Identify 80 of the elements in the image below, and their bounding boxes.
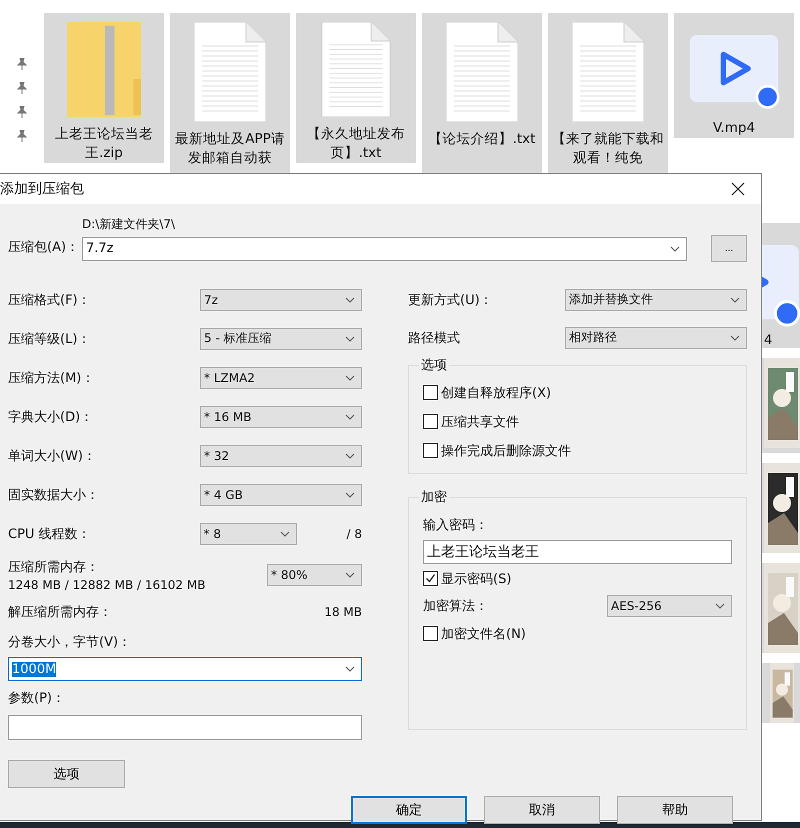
text-file-icon	[572, 22, 644, 122]
field-label: 参数(P)：	[8, 690, 65, 707]
password-field[interactable]: 上老王论坛当老王	[423, 540, 732, 564]
chevron-icon	[280, 530, 290, 536]
dropdown[interactable]: 7z	[200, 288, 362, 310]
pin-icon	[17, 106, 27, 118]
thread-max: / 8	[346, 526, 362, 540]
window-title: 添加到压缩包	[0, 180, 84, 198]
dropdown[interactable]: 5 - 标准压缩	[200, 328, 362, 350]
parameters-field[interactable]	[8, 715, 362, 740]
group-title: 加密	[420, 489, 448, 506]
checkbox[interactable]: 操作完成后删除源文件	[423, 436, 732, 465]
dropdown[interactable]: 相对路径	[565, 326, 747, 348]
chevron-icon	[345, 336, 355, 342]
chevron-icon	[730, 334, 740, 340]
text-file-icon	[446, 22, 518, 122]
field-label: 压缩等级(L)：	[8, 330, 90, 348]
field-label: CPU 线程数：	[8, 526, 91, 542]
folder-path: D:\新建文件夹\7\	[82, 216, 176, 233]
volume-size-field[interactable]: 1000M	[8, 657, 362, 681]
group-title: 选项	[420, 357, 448, 374]
file-name: 4	[764, 333, 774, 348]
dropdown[interactable]: AES-256	[607, 595, 732, 617]
close-icon	[731, 182, 745, 196]
chevron-icon	[730, 296, 740, 302]
chevron-icon	[345, 414, 355, 420]
checkbox-box[interactable]	[423, 385, 438, 400]
checkbox-box[interactable]	[423, 443, 438, 458]
pin-icon	[17, 130, 27, 142]
field-label: 压缩格式(F)：	[8, 292, 91, 308]
chevron-icon	[670, 246, 680, 252]
field-label: 压缩所需内存：	[8, 559, 100, 576]
dropdown[interactable]: * 16 MB	[200, 406, 362, 428]
field-label: 单词大小(W)：	[8, 448, 96, 464]
memory-usage: 1248 MB / 12882 MB / 16102 MB	[8, 578, 206, 592]
checkbox[interactable]: 创建自释放程序(X)	[423, 378, 732, 407]
file-tile[interactable]: 上老王论坛当老王.zip	[44, 13, 164, 163]
checkbox-box[interactable]	[423, 571, 438, 586]
file-tile[interactable]: V.mp4	[674, 13, 794, 138]
dialog-button[interactable]: 帮助	[617, 796, 733, 824]
dropdown[interactable]: * 32	[200, 444, 362, 466]
checkbox[interactable]: 压缩共享文件	[423, 407, 732, 436]
checkbox-box[interactable]	[423, 626, 438, 641]
chevron-icon	[345, 666, 355, 672]
field-label: 加密算法：	[423, 598, 488, 615]
chevron-icon	[345, 374, 355, 380]
dropdown[interactable]: * 8	[200, 522, 296, 544]
memory-value: 18 MB	[324, 605, 362, 619]
field-label: 解压缩所需内存：	[8, 604, 112, 621]
dialog-button[interactable]: 取消	[484, 796, 600, 824]
text-file-icon	[320, 22, 392, 117]
dropdown[interactable]: * 80%	[267, 564, 362, 586]
dropdown[interactable]: * 4 GB	[200, 484, 362, 506]
checkbox[interactable]: 加密文件名(N)	[423, 619, 732, 648]
text-file-icon	[194, 22, 266, 122]
field-label: 字典大小(D)：	[8, 408, 94, 426]
pin-icon	[17, 58, 27, 70]
dialog-button[interactable]: 确定	[351, 796, 467, 824]
archive-name-field[interactable]: 7.7z	[82, 236, 687, 260]
chevron-icon	[715, 603, 725, 609]
field-label: 更新方式(U)：	[408, 292, 493, 308]
chevron-icon	[345, 492, 355, 498]
chevron-icon	[345, 296, 355, 302]
pin-icon	[17, 82, 27, 94]
checkbox-box[interactable]	[423, 414, 438, 429]
field-label: 压缩包(A)：	[8, 239, 80, 256]
options-button[interactable]: 选项	[8, 760, 125, 788]
checkbox[interactable]: 显示密码(S)	[423, 564, 732, 593]
field-label: 路径模式	[408, 330, 460, 346]
chevron-icon	[345, 572, 355, 578]
chevron-icon	[345, 452, 355, 458]
dropdown[interactable]: * LZMA2	[200, 366, 362, 388]
zipped-folder-icon	[65, 22, 143, 117]
file-tile[interactable]: 【永久地址发布页】.txt	[296, 13, 416, 163]
browse-button[interactable]: ...	[711, 235, 747, 262]
field-label: 分卷大小，字节(V)：	[8, 634, 132, 651]
field-label: 输入密码：	[423, 517, 489, 534]
field-label: 压缩方法(M)：	[8, 370, 94, 386]
dropdown[interactable]: 添加并替换文件	[565, 288, 747, 310]
field-label: 固实数据大小：	[8, 486, 99, 504]
